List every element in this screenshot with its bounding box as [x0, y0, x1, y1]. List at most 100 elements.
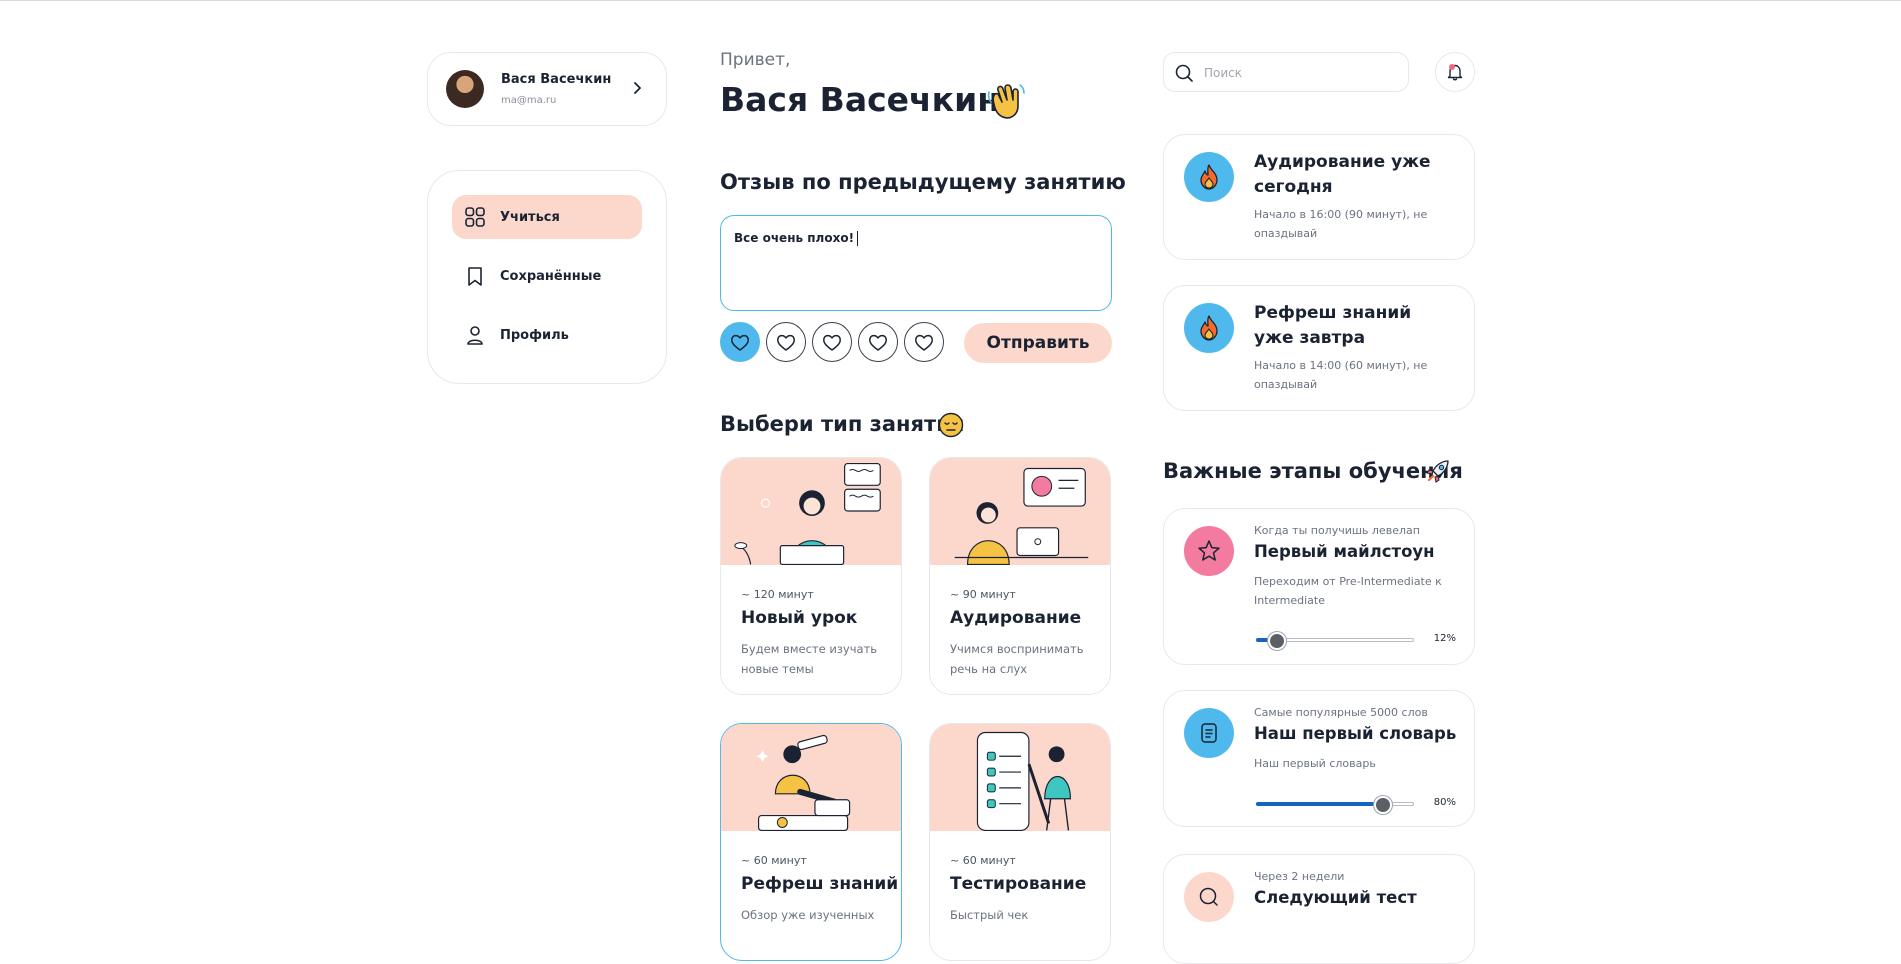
chevron-right-icon[interactable]: [628, 79, 646, 97]
milestone-card-next-test[interactable]: Через 2 недели Следующий тест: [1163, 854, 1475, 964]
milestone-icon-circle: [1184, 872, 1234, 922]
page-title: Вася Васечкин: [720, 80, 1001, 119]
event-card-listening[interactable]: Аудирование уже сегодня Начало в 16:00 (…: [1163, 134, 1475, 260]
lesson-illustration: [721, 458, 901, 566]
event-icon-circle: [1184, 303, 1234, 353]
user-name: Вася Васечкин: [501, 72, 612, 87]
lesson-card-listening[interactable]: ~ 90 минут Аудирование Учимся воспринима…: [929, 457, 1111, 695]
lesson-illustration: [721, 724, 901, 832]
top-divider: [0, 0, 1901, 1]
sidebar-item-learn[interactable]: Учиться: [452, 195, 642, 239]
heart-icon: [915, 334, 933, 351]
milestone-kicker: Самые популярные 5000 слов: [1254, 706, 1428, 719]
fire-icon: [1200, 164, 1218, 190]
heart-icon: [777, 334, 795, 351]
milestone-progress-fill: [1256, 802, 1381, 806]
event-subtitle: Начало в 14:00 (60 минут), не опаздывай: [1254, 359, 1428, 391]
lesson-description: Учимся воспринимать речь на слух: [950, 642, 1084, 676]
sidebar-item-saved[interactable]: Сохранённые: [452, 254, 642, 298]
milestone-card-dictionary[interactable]: Самые популярные 5000 слов Наш первый сл…: [1163, 690, 1475, 827]
heart-icon: [823, 334, 841, 351]
lesson-types-title-text: Выбери тип занятия: [720, 412, 965, 436]
sidebar-nav: Учиться Сохранённые Профиль: [427, 170, 667, 384]
milestone-progress-track: [1256, 796, 1414, 814]
milestone-progress-label: 12%: [1433, 633, 1456, 644]
milestones-title: Важные этапы обучения: [1163, 459, 1463, 483]
sidebar-item-label: Сохранённые: [500, 268, 602, 284]
milestone-description: Переходим от Pre-Intermediate к Intermed…: [1254, 575, 1442, 607]
sidebar-item-label: Учиться: [500, 209, 560, 225]
fire-icon: [1200, 315, 1218, 341]
lesson-name: Рефреш знаний: [741, 874, 899, 894]
rating-heart-4[interactable]: [858, 322, 898, 362]
user-profile-card[interactable]: Вася Васечкин ma@ma.ru: [427, 52, 667, 126]
lesson-card-testing[interactable]: ~ 60 минут Тестирование Быстрый чек: [929, 723, 1111, 961]
lesson-duration: ~ 90 минут: [950, 588, 1016, 601]
lesson-illustration: [930, 724, 1110, 832]
search-box[interactable]: [1163, 52, 1409, 92]
milestone-icon-circle: [1184, 708, 1234, 758]
milestones-title-text: Важные этапы обучения: [1163, 459, 1463, 483]
lesson-name: Новый урок: [741, 608, 858, 628]
star-icon: [1198, 540, 1220, 561]
feedback-title: Отзыв по предыдущему занятию: [720, 170, 1126, 194]
event-subtitle: Начало в 16:00 (90 минут), не опаздывай: [1254, 208, 1428, 240]
lesson-description: Обзор уже изученных: [741, 908, 875, 922]
lesson-duration: ~ 60 минут: [741, 854, 807, 867]
search-bubble-icon: [1199, 887, 1218, 906]
feedback-textarea[interactable]: Все очень плохо!: [720, 215, 1112, 311]
milestone-progress-thumb[interactable]: [1267, 632, 1286, 650]
rating-heart-2[interactable]: [766, 322, 806, 362]
milestone-card-first[interactable]: Когда ты получишь левелап Первый майлсто…: [1163, 508, 1475, 665]
milestone-progress-label: 80%: [1433, 797, 1456, 808]
rating-heart-1[interactable]: [720, 322, 760, 362]
lesson-card-refresh[interactable]: ~ 60 минут Рефреш знаний Обзор уже изуче…: [720, 723, 902, 961]
user-icon: [467, 326, 483, 345]
avatar: [446, 70, 484, 108]
milestone-progress-thumb[interactable]: [1373, 796, 1392, 814]
event-icon-circle: [1184, 152, 1234, 202]
event-title: Рефреш знаний уже завтра: [1254, 303, 1412, 348]
lesson-illustration: [930, 458, 1110, 566]
lesson-name: Тестирование: [950, 874, 1087, 894]
heart-icon: [731, 334, 749, 351]
milestone-icon-circle: [1184, 526, 1234, 576]
submit-feedback-button[interactable]: Отправить: [964, 323, 1112, 363]
search-icon: [1175, 64, 1193, 82]
milestone-progress-track: [1256, 632, 1414, 650]
pensive-face-icon: [938, 412, 964, 438]
lesson-types-title: Выбери тип занятия: [720, 412, 964, 436]
milestone-kicker: Через 2 недели: [1254, 870, 1345, 883]
rocket-icon: [1426, 460, 1449, 483]
document-icon: [1201, 723, 1217, 743]
feedback-text: Все очень плохо!: [734, 231, 855, 245]
milestone-title: Следующий тест: [1254, 888, 1417, 907]
milestone-title: Наш первый словарь: [1254, 724, 1457, 743]
lesson-name: Аудирование: [950, 608, 1082, 628]
lesson-card-new[interactable]: ~ 120 минут Новый урок Будем вместе изуч…: [720, 457, 902, 695]
lesson-description: Быстрый чек: [950, 908, 1029, 922]
event-title: Аудирование уже сегодня: [1254, 152, 1431, 197]
sidebar-item-profile[interactable]: Профиль: [452, 313, 642, 357]
lesson-duration: ~ 120 минут: [741, 588, 814, 601]
text-caret: [857, 231, 859, 246]
unread-dot: [1449, 64, 1455, 70]
sidebar-item-label: Профиль: [500, 327, 569, 343]
search-input[interactable]: [1202, 61, 1401, 85]
rating-heart-5[interactable]: [904, 322, 944, 362]
grid-icon: [465, 207, 485, 227]
heart-icon: [869, 334, 887, 351]
event-card-refresh[interactable]: Рефреш знаний уже завтра Начало в 14:00 …: [1163, 285, 1475, 411]
milestone-kicker: Когда ты получишь левелап: [1254, 524, 1420, 537]
milestone-title: Первый майлстоун: [1254, 542, 1435, 561]
waving-hand-icon: [987, 84, 1025, 119]
lesson-duration: ~ 60 минут: [950, 854, 1016, 867]
notifications-button[interactable]: [1435, 52, 1475, 92]
lesson-description: Будем вместе изучать новые темы: [741, 642, 878, 676]
rating-heart-3[interactable]: [812, 322, 852, 362]
bookmark-icon: [468, 267, 482, 286]
greeting: Привет,: [720, 50, 791, 70]
user-email: ma@ma.ru: [501, 95, 557, 106]
milestone-description: Наш первый словарь: [1254, 757, 1376, 770]
bell-icon: [1447, 64, 1463, 81]
